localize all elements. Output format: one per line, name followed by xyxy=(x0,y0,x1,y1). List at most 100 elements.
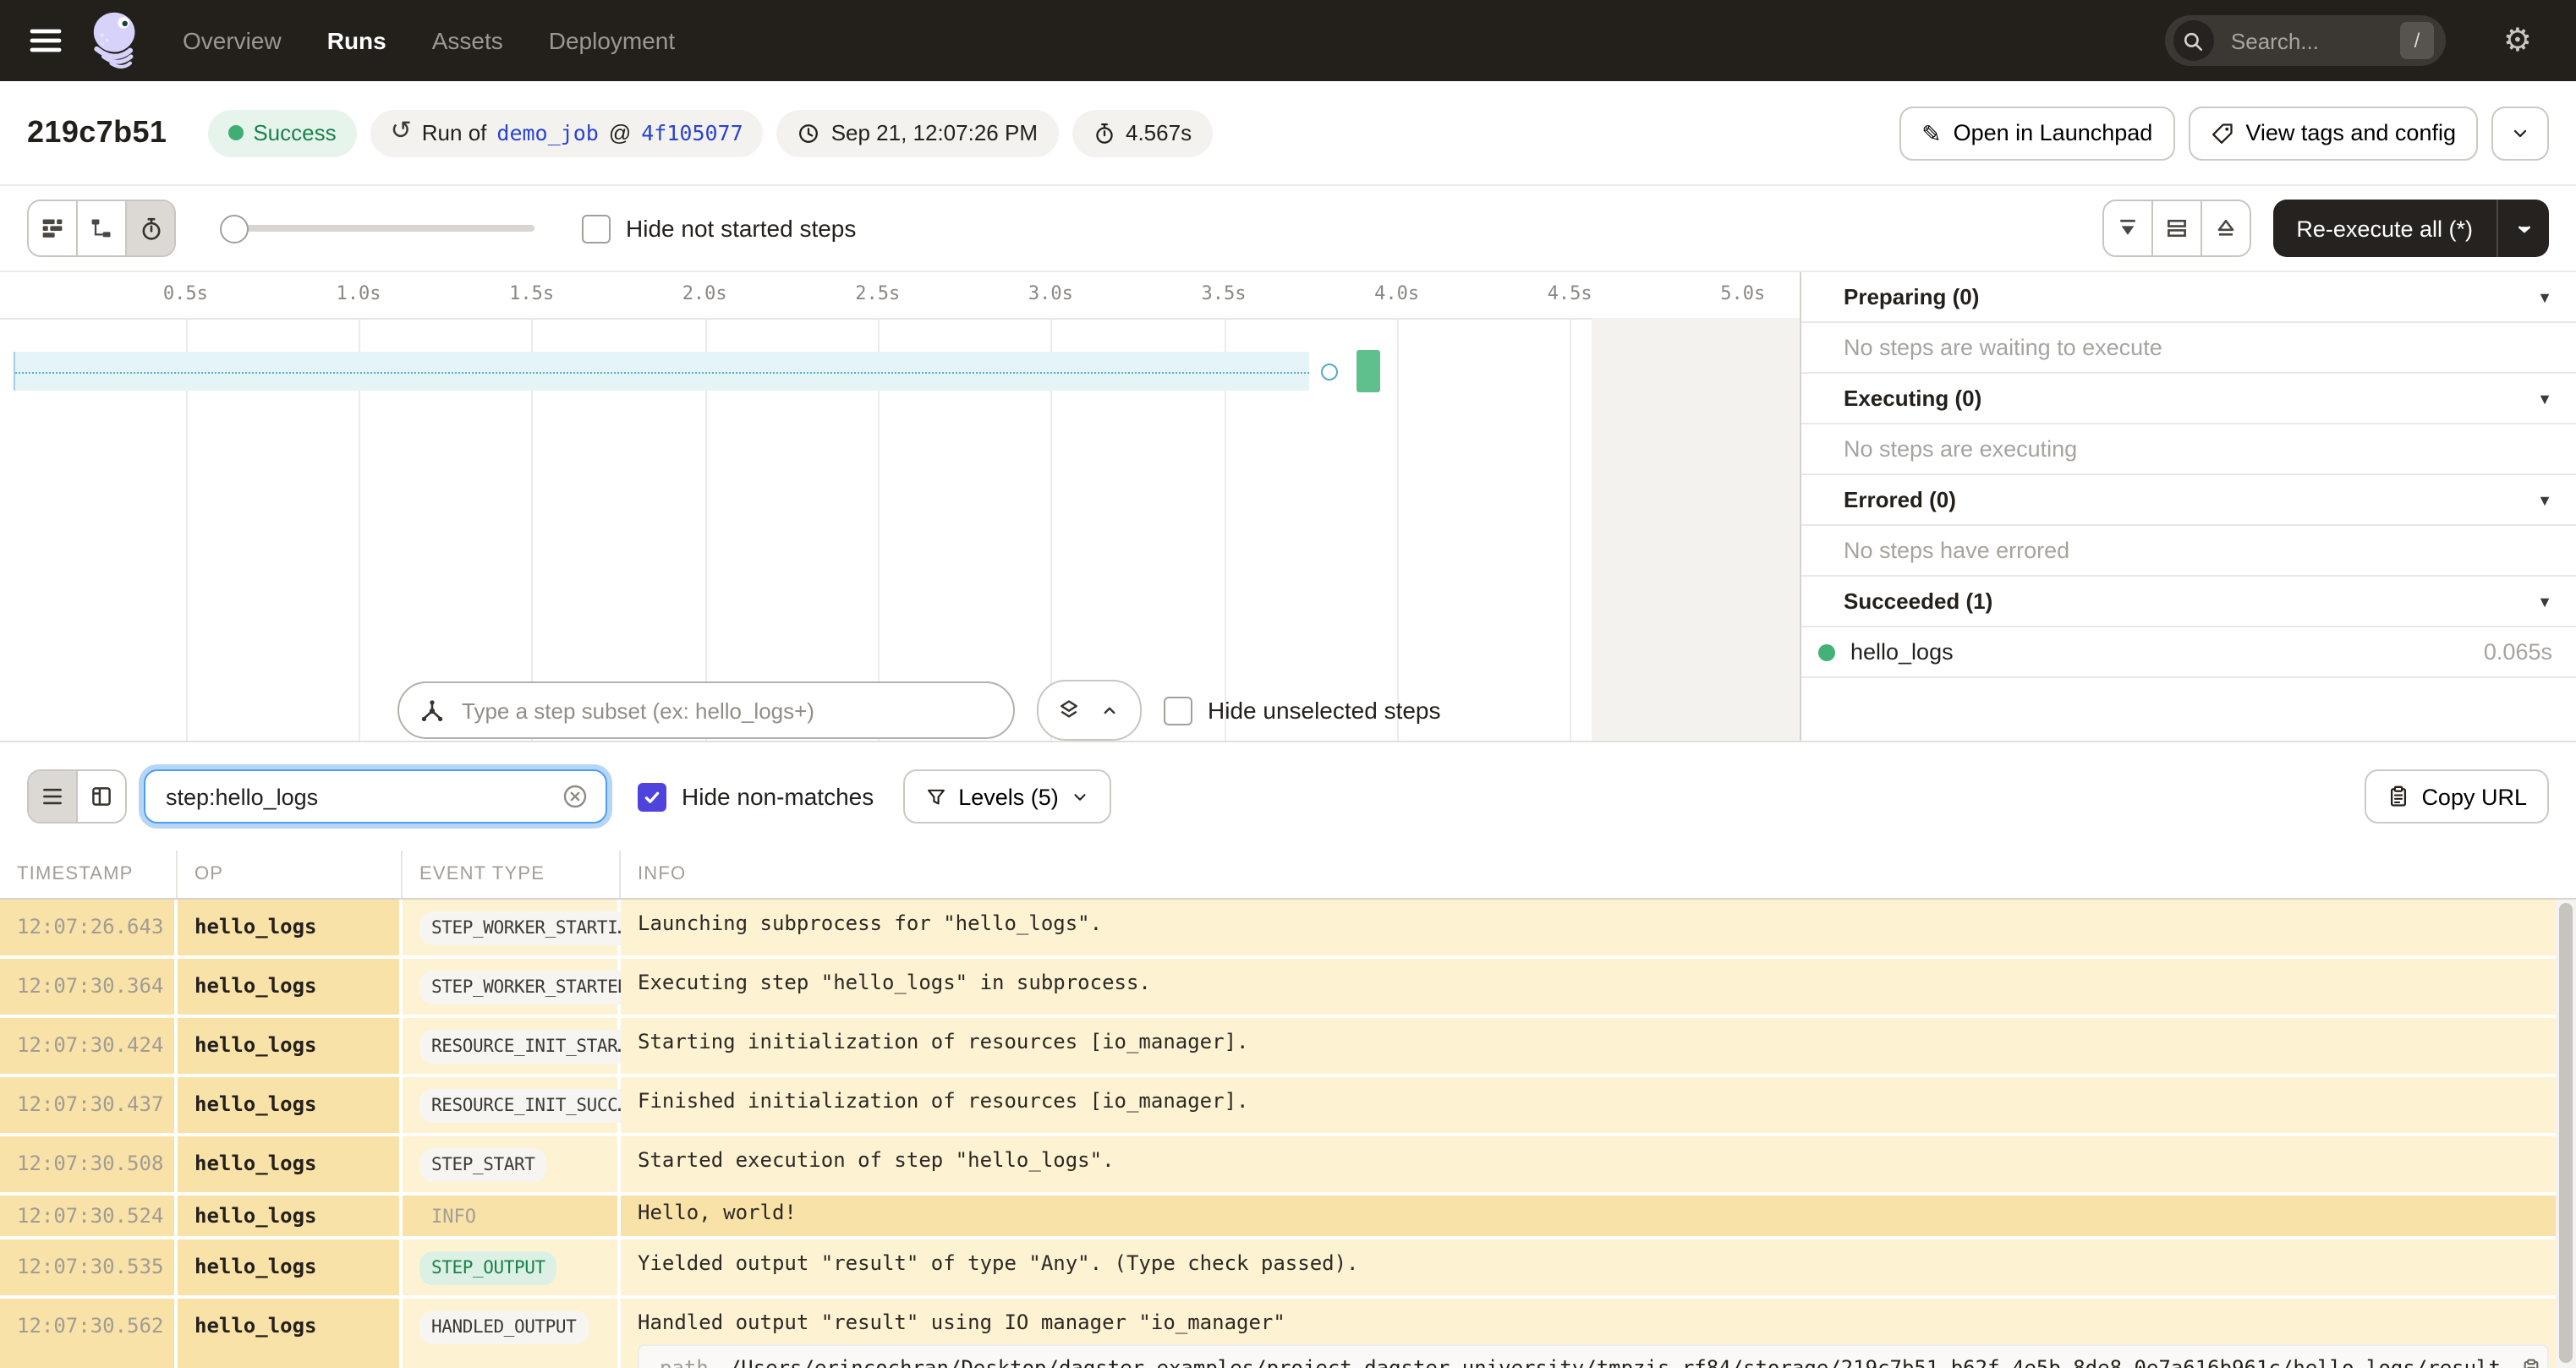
log-cell-op: hello_logs xyxy=(178,1299,403,1368)
reexecute-dropdown-caret[interactable] xyxy=(2497,200,2549,257)
log-row[interactable]: 12:07:30.424 hello_logs RESOURCE_INIT_STAR… xyxy=(0,1018,2576,1077)
log-info-text: Starting initialization of resources [io… xyxy=(638,1030,1249,1053)
log-cell-info: Yielded output "result" of type "Any". (… xyxy=(621,1239,2576,1295)
job-link[interactable]: demo_job xyxy=(496,120,598,145)
hide-not-started-checkbox[interactable] xyxy=(582,214,611,243)
axis-tick: 0.5s xyxy=(162,282,208,304)
reexecute-all-button[interactable]: Re-execute all (*) xyxy=(2272,200,2549,257)
settings-gear-icon[interactable]: ⚙ xyxy=(2503,25,2532,57)
log-row[interactable]: 12:07:26.643 hello_logs STEP_WORKER_STARTI… xyxy=(0,900,2576,959)
succeeded-step-row[interactable]: hello_logs 0.065s xyxy=(1801,627,2576,678)
top-nav: Overview Runs Assets Deployment / ⚙ xyxy=(0,0,2576,81)
copy-url-button[interactable]: Copy URL xyxy=(2364,769,2549,824)
section-caret-icon: ▼ xyxy=(2537,288,2552,305)
gantt-step-bar-hello-logs[interactable] xyxy=(1357,350,1380,392)
caret-up-icon[interactable] xyxy=(1089,681,1140,739)
section-header-errored[interactable]: Errored (0) ▼ xyxy=(1801,475,2576,526)
hide-non-matches-checkbox[interactable] xyxy=(638,782,666,811)
step-subset-input[interactable] xyxy=(458,696,993,725)
column-header-op[interactable]: OP xyxy=(178,851,403,898)
waterfall-view-icon[interactable] xyxy=(78,201,127,255)
dagster-logo-icon[interactable] xyxy=(85,8,145,73)
log-info-text: Started execution of step "hello_logs". xyxy=(638,1148,1115,1172)
log-filter-input-wrap[interactable] xyxy=(144,769,607,824)
log-event-type-tag: RESOURCE_INIT_STAR… xyxy=(419,1030,640,1064)
section-title: Succeeded (1) xyxy=(1844,588,1993,614)
log-info-text: Handled output "result" using IO manager… xyxy=(638,1311,1285,1334)
hide-unselected-checkbox[interactable] xyxy=(1164,696,1192,725)
clear-filter-icon[interactable] xyxy=(562,783,589,810)
log-cell-event-type: STEP_WORKER_STARTED xyxy=(403,959,640,1015)
log-info-text: Executing step "hello_logs" in subproces… xyxy=(638,971,1151,994)
gantt-waiting-bar[interactable] xyxy=(14,352,1309,391)
log-cell-info: Hello, world! xyxy=(621,1196,2576,1236)
log-list-view-icon[interactable] xyxy=(29,771,78,822)
section-caret-icon: ▼ xyxy=(2537,593,2552,610)
open-in-launchpad-button[interactable]: ✎ Open in Launchpad xyxy=(1899,106,2175,160)
gantt-plot-area: Hide unselected steps xyxy=(0,318,1800,741)
search-input[interactable] xyxy=(2227,26,2387,55)
path-link[interactable]: /Users/erincochran/Desktop/dagster-examp… xyxy=(729,1356,2501,1368)
column-header-timestamp[interactable]: TIMESTAMP xyxy=(0,851,178,898)
section-caret-icon: ▼ xyxy=(2537,390,2552,407)
zoom-slider[interactable] xyxy=(220,215,534,244)
dagster-run-page: Overview Runs Assets Deployment / ⚙ 219c7b5… xyxy=(0,0,2576,1368)
log-cell-op: hello_logs xyxy=(178,900,403,955)
view-tags-config-button[interactable]: View tags and config xyxy=(2188,106,2478,160)
log-cell-info: Finished initialization of resources [io… xyxy=(621,1077,2576,1133)
tag-icon xyxy=(2210,121,2233,145)
log-filter-input[interactable] xyxy=(162,782,548,811)
log-row[interactable]: 12:07:30.437 hello_logs RESOURCE_INIT_SUCC… xyxy=(0,1077,2576,1136)
section-header-succeeded[interactable]: Succeeded (1) ▼ xyxy=(1801,577,2576,627)
nav-item-runs[interactable]: Runs xyxy=(327,27,386,54)
log-cell-timestamp: 12:07:30.562 xyxy=(0,1299,178,1368)
run-actions-chevron-button[interactable] xyxy=(2491,106,2549,160)
log-row[interactable]: 12:07:30.524 hello_logs INFO Hello, world! xyxy=(0,1196,2576,1239)
step-status-panel: Preparing (0) ▼ No steps are waiting to ex… xyxy=(1801,272,2576,741)
collapse-down-icon[interactable] xyxy=(2103,201,2153,255)
log-cell-timestamp: 12:07:30.508 xyxy=(0,1136,178,1192)
copy-path-icon[interactable] xyxy=(2521,1357,2543,1368)
section-header-executing[interactable]: Executing (0) ▼ xyxy=(1801,374,2576,424)
log-info-text: Hello, world! xyxy=(638,1201,797,1224)
gridline xyxy=(1396,318,1399,741)
log-row[interactable]: 12:07:30.535 hello_logs STEP_OUTPUT Yielded… xyxy=(0,1239,2576,1299)
nav-item-assets[interactable]: Assets xyxy=(432,27,503,54)
log-timestamp: 12:07:26.643 xyxy=(17,915,164,938)
step-subset-input-wrap[interactable] xyxy=(397,681,1015,739)
log-row[interactable]: 12:07:30.364 hello_logs STEP_WORKER_STARTE… xyxy=(0,959,2576,1018)
nav-item-deployment[interactable]: Deployment xyxy=(549,27,675,54)
log-row[interactable]: 12:07:30.508 hello_logs STEP_START Started … xyxy=(0,1136,2576,1196)
duration-pill: 4.567s xyxy=(1072,109,1213,156)
funnel-icon xyxy=(924,785,946,807)
eject-icon[interactable] xyxy=(2201,201,2250,255)
layers-icon[interactable] xyxy=(1039,681,1089,739)
hide-not-started-checkbox-row[interactable]: Hide not started steps xyxy=(582,214,856,243)
slider-knob[interactable] xyxy=(220,215,249,244)
log-cell-timestamp: 12:07:26.643 xyxy=(0,900,178,955)
log-scrollbar-thumb[interactable] xyxy=(2559,903,2573,1363)
axis-tick: 1.0s xyxy=(336,282,381,304)
flat-view-icon[interactable] xyxy=(29,201,78,255)
log-timestamp: 12:07:30.364 xyxy=(17,974,164,998)
log-view-mode-group xyxy=(27,769,127,824)
column-header-event-type[interactable]: EVENT TYPE xyxy=(403,851,621,898)
hide-non-matches-checkbox-row[interactable]: Hide non-matches xyxy=(638,782,874,811)
section-header-preparing[interactable]: Preparing (0) ▼ xyxy=(1801,272,2576,323)
log-cell-event-type: STEP_OUTPUT xyxy=(403,1239,621,1295)
log-structured-view-icon[interactable] xyxy=(78,771,125,822)
log-cell-event-type: RESOURCE_INIT_STAR… xyxy=(403,1018,640,1074)
rows-icon[interactable] xyxy=(2152,201,2202,255)
hide-unselected-checkbox-row[interactable]: Hide unselected steps xyxy=(1164,696,1441,725)
levels-filter-button[interactable]: Levels (5) xyxy=(902,769,1111,824)
log-timestamp: 12:07:30.437 xyxy=(17,1092,164,1116)
timed-view-icon[interactable] xyxy=(127,201,174,255)
log-scrollbar-track[interactable] xyxy=(2556,900,2576,1368)
gantt-view-mode-group xyxy=(27,200,176,257)
nav-item-overview[interactable]: Overview xyxy=(183,27,282,54)
commit-link[interactable]: 4f105077 xyxy=(641,120,743,145)
log-row[interactable]: 12:07:30.562 hello_logs HANDLED_OUTPUT Hand… xyxy=(0,1299,2576,1368)
menu-icon[interactable] xyxy=(24,19,68,63)
column-header-info[interactable]: INFO xyxy=(621,851,2576,898)
global-search[interactable]: / xyxy=(2164,15,2446,66)
